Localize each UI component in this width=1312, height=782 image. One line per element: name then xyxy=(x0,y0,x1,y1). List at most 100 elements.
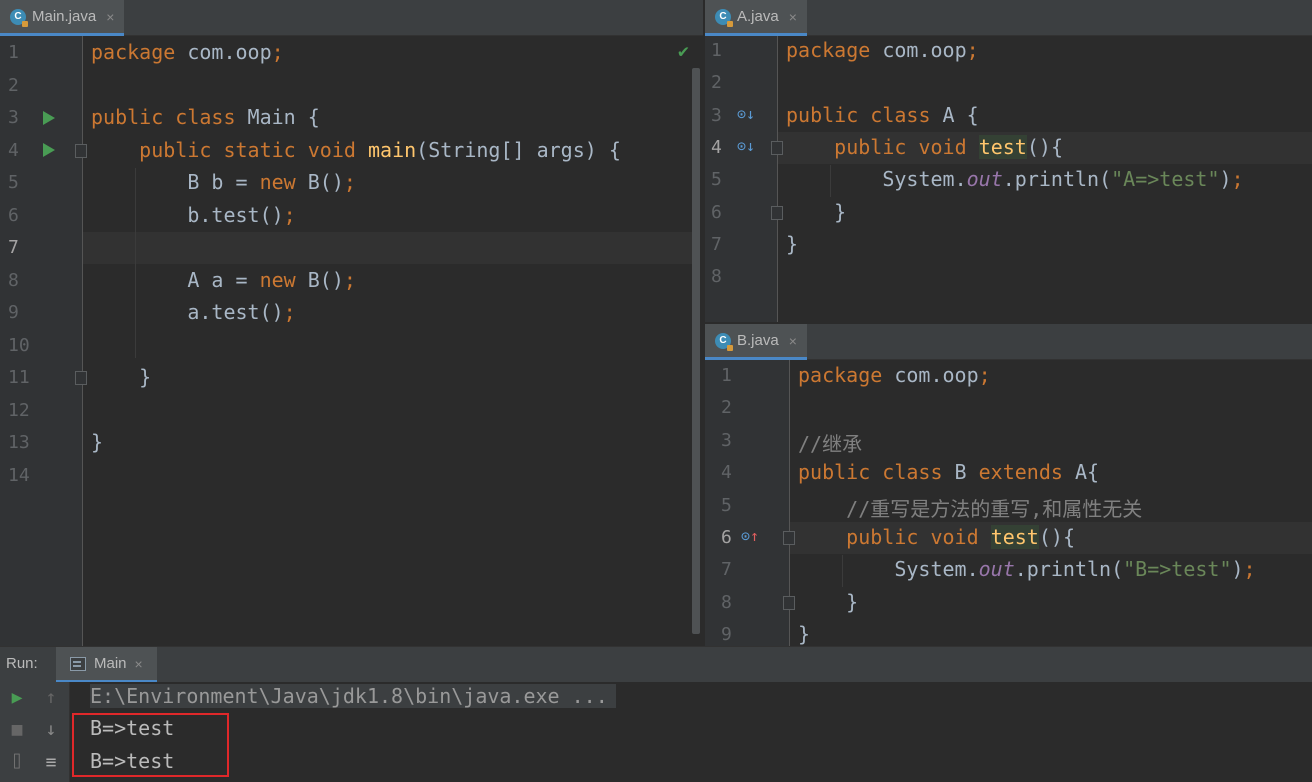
fold-close-icon[interactable] xyxy=(75,371,87,385)
rerun-icon[interactable]: ▶ xyxy=(0,687,34,708)
code-line: B b = new B(); xyxy=(91,170,356,194)
b-editor-pane: C B.java × 1 2 3 4 5 6 7 8 9 package com.oop; //继… xyxy=(705,324,1312,646)
tab-main-java[interactable]: C Main.java × xyxy=(0,0,125,36)
code-line: //继承 xyxy=(798,431,863,456)
code-line: } xyxy=(798,589,859,614)
tab-label: A.java xyxy=(737,8,779,25)
line-number: 7 xyxy=(711,233,722,255)
line-number: 12 xyxy=(8,399,30,421)
line-number: 10 xyxy=(8,334,30,356)
console-command-line: E:\Environment\Java\jdk1.8\bin\java.exe … xyxy=(90,684,616,708)
close-tab-icon[interactable]: × xyxy=(789,333,797,349)
line-number: 4 xyxy=(711,136,722,158)
output-highlight-box xyxy=(72,713,229,777)
console-icon xyxy=(70,656,86,671)
tab-b-java[interactable]: C B.java × xyxy=(705,324,807,360)
line-number: 5 xyxy=(8,172,19,193)
line-number: 5 xyxy=(721,494,732,516)
code-line: } xyxy=(91,430,104,454)
line-number: 6 xyxy=(721,527,732,548)
indent-guide xyxy=(135,168,136,358)
code-line: } xyxy=(798,622,811,646)
scroll-up-icon[interactable]: ↑ xyxy=(34,687,68,708)
line-number: 3 xyxy=(721,429,732,451)
run-toolbar-right: ↑ ↓ ≡ xyxy=(34,682,70,782)
code-line: } xyxy=(786,199,847,224)
fold-close-icon[interactable] xyxy=(771,206,783,220)
line-number: 8 xyxy=(8,269,19,291)
tab-a-java[interactable]: C A.java × xyxy=(705,0,807,36)
java-class-icon: C xyxy=(715,332,733,351)
tab-label: Main.java xyxy=(32,8,97,25)
code-line: //重写是方法的重写,和属性无关 xyxy=(846,496,1143,521)
line-number: 14 xyxy=(8,464,30,486)
code-line: public class A { xyxy=(786,102,979,127)
run-toolwindow-header: Run: Main × xyxy=(0,646,1312,683)
close-tab-icon[interactable]: × xyxy=(106,9,114,25)
gutter-divider xyxy=(82,36,83,646)
a-editor-tabbar: C A.java × xyxy=(705,0,1312,36)
a-editor-pane: C A.java × 1 2 3 4 5 6 7 8 package com.oop; publ… xyxy=(705,0,1312,322)
run-tab-main[interactable]: Main × xyxy=(56,647,157,683)
code-line: A a = new B(); xyxy=(91,267,356,292)
overrides-up-icon[interactable]: ⊙↑ xyxy=(741,527,759,545)
implemented-down-icon[interactable]: ⊙↓ xyxy=(737,137,755,155)
line-number: 3 xyxy=(8,107,19,128)
b-gutter xyxy=(705,360,789,646)
implemented-down-icon[interactable]: ⊙↓ xyxy=(737,105,755,123)
line-number: 13 xyxy=(8,432,30,453)
code-line: public class B extends A{ xyxy=(798,460,1100,485)
fold-open-icon[interactable] xyxy=(771,141,783,155)
code-line: public class Main { xyxy=(91,105,320,129)
run-label: Run: xyxy=(6,655,38,672)
line-number: 7 xyxy=(8,237,19,258)
line-number: 9 xyxy=(721,624,732,646)
code-line: public static void main(String[] args) { xyxy=(139,137,621,162)
run-class-icon[interactable] xyxy=(43,111,55,125)
line-number: 5 xyxy=(711,169,722,191)
java-class-icon: C xyxy=(10,8,28,27)
main-editor-pane: C Main.java × 1 2 3 4 5 6 7 8 9 10 11 12 13 14 packag… xyxy=(0,0,703,646)
fold-open-icon[interactable] xyxy=(75,144,87,158)
gutter-divider xyxy=(777,36,778,322)
code-line: package com.oop; xyxy=(91,40,284,64)
code-line: } xyxy=(786,231,799,256)
run-toolbar-left: ▶ ■ ⌷ xyxy=(0,682,34,782)
line-number: 8 xyxy=(721,591,732,613)
main-editor-tabbar: C Main.java × xyxy=(0,0,703,36)
line-number: 2 xyxy=(8,74,19,96)
run-main-icon[interactable] xyxy=(43,143,55,157)
code-line: a.test(); xyxy=(91,300,296,324)
code-line: b.test(); xyxy=(91,202,296,227)
line-number: 11 xyxy=(8,367,30,388)
inspection-ok-icon: ✔ xyxy=(678,41,689,62)
code-line: public void test(){ xyxy=(834,134,1063,159)
camera-icon[interactable]: ⌷ xyxy=(0,752,34,771)
soft-wrap-icon[interactable]: ≡ xyxy=(34,752,68,773)
line-number: 2 xyxy=(721,397,732,419)
line-number: 2 xyxy=(711,72,722,94)
line-number: 9 xyxy=(8,302,19,323)
line-number: 8 xyxy=(711,266,722,288)
fold-open-icon[interactable] xyxy=(783,531,795,545)
line-number: 7 xyxy=(721,559,732,581)
close-tab-icon[interactable]: × xyxy=(789,9,797,25)
line-number: 1 xyxy=(711,40,722,61)
line-number: 1 xyxy=(721,365,732,386)
close-run-tab-icon[interactable]: × xyxy=(135,656,143,672)
line-number: 4 xyxy=(8,139,19,161)
scrollbar-thumb[interactable] xyxy=(692,68,700,634)
line-number: 6 xyxy=(8,204,19,226)
fold-close-icon[interactable] xyxy=(783,596,795,610)
line-number: 4 xyxy=(721,462,732,484)
scroll-down-icon[interactable]: ↓ xyxy=(34,719,68,740)
line-number: 6 xyxy=(711,201,722,223)
code-line: } xyxy=(91,365,152,389)
run-tab-label: Main xyxy=(94,655,127,672)
code-line: package com.oop; xyxy=(786,38,979,62)
stop-icon[interactable]: ■ xyxy=(0,719,34,740)
tab-label: B.java xyxy=(737,332,779,349)
code-line: System.out.println("B=>test"); xyxy=(798,557,1256,582)
java-class-icon: C xyxy=(715,8,733,27)
line-number: 1 xyxy=(8,42,19,63)
